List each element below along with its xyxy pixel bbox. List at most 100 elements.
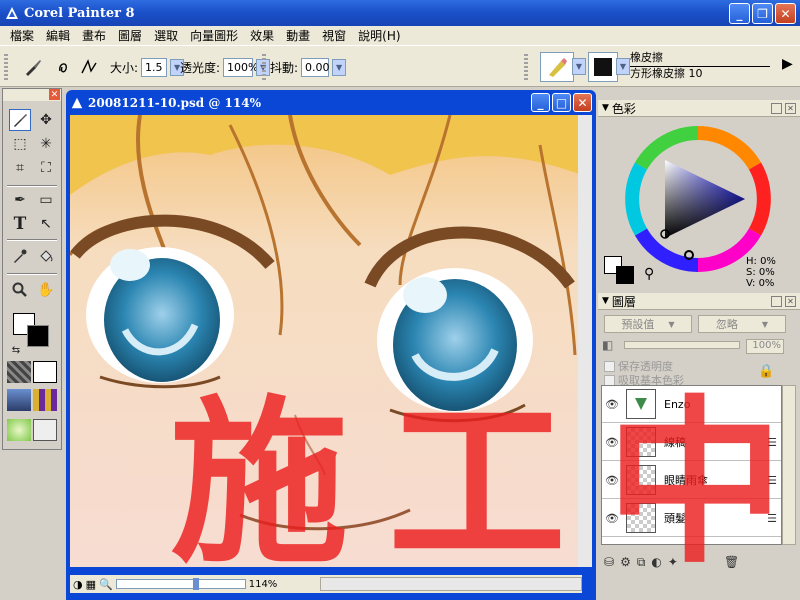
- zoom-icon[interactable]: 🔍: [99, 578, 113, 591]
- size-input[interactable]: 1.5: [141, 58, 168, 77]
- rectangle-shape-tool[interactable]: ▭: [35, 189, 57, 211]
- layer-row[interactable]: 👁 Enzo: [602, 386, 781, 423]
- menu-select[interactable]: 選取: [148, 27, 184, 44]
- straight-lines-icon[interactable]: [76, 54, 102, 80]
- swap-colors-icon[interactable]: ⇆: [5, 339, 27, 361]
- document-title: 20081211-10.psd @ 114%: [88, 95, 261, 110]
- anime-face-artwork: [70, 115, 582, 567]
- layer-commands-icon[interactable]: ⛁: [604, 555, 614, 570]
- menu-edit[interactable]: 編輯: [40, 27, 76, 44]
- gradient-selector[interactable]: [33, 361, 57, 383]
- panel-close-icon[interactable]: ✕: [785, 103, 796, 114]
- menu-help[interactable]: 說明(H): [352, 27, 406, 44]
- new-layer-icon[interactable]: ⧉: [637, 555, 646, 570]
- weaving-selector[interactable]: [33, 389, 57, 411]
- dropper-tool[interactable]: [9, 245, 31, 267]
- document-window: 20081211-10.psd @ 114% _ □ ✕ ◑ ▦ 🔍 114%: [66, 90, 596, 600]
- menu-movie[interactable]: 動畫: [280, 27, 316, 44]
- ignore-select[interactable]: 忽略 ▼: [698, 315, 786, 333]
- layer-commands: ⛁ ⚙ ⧉ ◐ ✦ 🗑: [604, 555, 739, 570]
- pick-underlying-checkbox[interactable]: [604, 374, 615, 386]
- paint-bucket-tool[interactable]: [35, 245, 57, 267]
- paper-selector[interactable]: [7, 361, 31, 383]
- jitter-dropdown-icon[interactable]: ▼: [332, 59, 347, 76]
- close-button[interactable]: ✕: [775, 3, 796, 24]
- tracing-paper-icon[interactable]: ◑: [73, 578, 83, 591]
- eye-icon[interactable]: 👁: [602, 398, 622, 411]
- layer-opacity-value[interactable]: 100%: [746, 339, 784, 354]
- toolbar-grip[interactable]: [262, 54, 266, 80]
- pattern-selector[interactable]: [7, 389, 31, 411]
- doc-close-button[interactable]: ✕: [573, 93, 592, 112]
- brush-variant-dropdown-icon[interactable]: ▼: [616, 58, 630, 75]
- layers-panel-header[interactable]: ▼ 圖層 ✕: [598, 293, 800, 310]
- doc-maximize-button[interactable]: □: [552, 93, 571, 112]
- minimize-button[interactable]: _: [729, 3, 750, 24]
- pen-tool[interactable]: ✒: [9, 189, 31, 211]
- delete-layer-icon[interactable]: 🗑: [724, 555, 739, 570]
- menu-file[interactable]: 檔案: [4, 27, 40, 44]
- composite-method-select[interactable]: 預設值 ▼: [604, 315, 692, 333]
- dynamic-plugins-icon[interactable]: ⚙: [620, 555, 631, 570]
- menu-layers[interactable]: 圖層: [112, 27, 148, 44]
- brush-tool[interactable]: [9, 109, 31, 131]
- brush-variant-button[interactable]: [588, 52, 618, 82]
- drawing-canvas[interactable]: [70, 115, 582, 567]
- create-layer-mask-icon[interactable]: ◐: [651, 555, 661, 570]
- expand-arrow-icon[interactable]: ▶: [782, 56, 793, 72]
- clone-color-icon[interactable]: ⚲: [644, 266, 654, 282]
- crop-tool[interactable]: ⌗: [9, 157, 31, 179]
- preserve-transparency-checkbox[interactable]: [604, 360, 615, 372]
- nozzle-selector[interactable]: [7, 419, 31, 441]
- magnifier-tool[interactable]: [9, 279, 31, 301]
- selection-adjuster-tool[interactable]: ⛶: [35, 157, 57, 179]
- toolbox-close-icon[interactable]: ✕: [49, 89, 60, 100]
- look-selector[interactable]: [33, 419, 57, 441]
- toolbar-grip[interactable]: [4, 54, 8, 80]
- text-tool[interactable]: T: [9, 213, 31, 235]
- layer-opacity-slider[interactable]: [624, 341, 740, 349]
- menu-shapes[interactable]: 向量圖形: [184, 27, 244, 44]
- grid-icon[interactable]: ▦: [86, 578, 96, 591]
- rectangle-select-tool[interactable]: ⬚: [9, 133, 31, 155]
- layer-row[interactable]: 👁 眼睛雨傘 ☰: [602, 462, 781, 499]
- menu-effects[interactable]: 效果: [244, 27, 280, 44]
- brush-category-button[interactable]: [540, 52, 574, 82]
- panel-options-icon[interactable]: [771, 103, 782, 114]
- opacity-input[interactable]: 100%: [223, 58, 259, 77]
- doc-minimize-button[interactable]: _: [531, 93, 550, 112]
- layer-thumbnail: [626, 465, 656, 495]
- color-panel-header[interactable]: ▼ 色彩 ✕: [598, 100, 800, 117]
- zoom-slider[interactable]: [115, 578, 246, 590]
- layer-adjuster-tool[interactable]: ✥: [35, 109, 57, 131]
- jitter-input[interactable]: 0.00: [301, 58, 330, 77]
- layer-stack-icon: ☰: [767, 511, 777, 525]
- menu-canvas[interactable]: 畫布: [76, 27, 112, 44]
- additional-color-swatch[interactable]: [27, 325, 49, 347]
- layer-effects-icon[interactable]: ✦: [668, 555, 678, 570]
- layer-row[interactable]: 👁 線稿 ☰: [602, 424, 781, 461]
- opacity-icon: ◧: [602, 338, 614, 352]
- layer-row[interactable]: 👁 頭髮 ☰: [602, 500, 781, 537]
- eye-icon[interactable]: 👁: [602, 436, 622, 449]
- grabber-hand-tool[interactable]: ✋: [35, 279, 57, 301]
- toolbox-divider: [7, 185, 57, 187]
- canvas-horizontal-scrollbar[interactable]: [320, 577, 582, 591]
- square-eraser-icon: [594, 58, 612, 76]
- eye-icon[interactable]: 👁: [602, 512, 622, 525]
- zoom-slider-thumb[interactable]: [192, 578, 199, 590]
- eye-icon[interactable]: 👁: [602, 474, 622, 487]
- restore-button[interactable]: ❐: [752, 3, 773, 24]
- menu-window[interactable]: 視窗: [316, 27, 352, 44]
- canvas-vertical-scrollbar[interactable]: [578, 115, 592, 567]
- brush-category-dropdown-icon[interactable]: ▼: [572, 58, 586, 75]
- panel-close-icon[interactable]: ✕: [785, 296, 796, 307]
- shape-selection-tool[interactable]: ↖: [35, 213, 57, 235]
- panel-options-icon[interactable]: [771, 296, 782, 307]
- magic-wand-tool[interactable]: ✳: [35, 133, 57, 155]
- color-wheel[interactable]: [623, 124, 773, 274]
- panel-additional-color[interactable]: [616, 266, 634, 284]
- lock-icon[interactable]: 🔒: [758, 364, 774, 379]
- toolbar-grip[interactable]: [524, 54, 528, 80]
- layer-list-scrollbar[interactable]: [782, 385, 796, 545]
